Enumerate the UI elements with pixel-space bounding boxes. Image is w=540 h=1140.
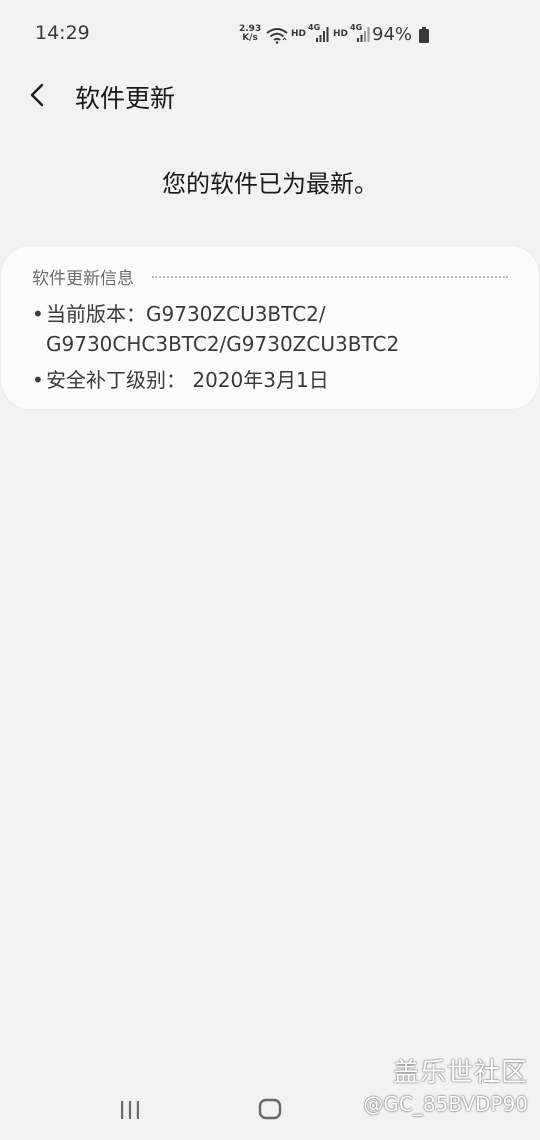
current-version-value: G9730ZCU3BTC2/ <box>146 302 326 326</box>
security-patch-value: 2020年3月1日 <box>192 368 329 392</box>
back-button[interactable] <box>20 78 54 112</box>
wifi-icon <box>266 28 288 44</box>
battery-percent: 94% <box>372 24 413 45</box>
hd-badge-2: HD <box>333 29 349 39</box>
software-update-info-card: 软件更新信息 • 当前版本：G9730ZCU3BTC2/ G9730CHC3BTC… <box>0 245 540 410</box>
hd-badge: HD <box>291 29 307 39</box>
current-version-row: • 当前版本：G9730ZCU3BTC2/ <box>32 298 326 327</box>
bullet: • <box>32 368 44 392</box>
signal-icon-2 <box>357 27 370 42</box>
update-status-message: 您的软件已为最新。 <box>162 170 378 198</box>
network-speed-unit: K/s <box>242 33 258 43</box>
security-patch-label: 安全补丁级别： <box>46 368 186 392</box>
card-title: 软件更新信息 <box>32 268 134 289</box>
status-bar: 14:29 2.93 K/s HD 4G HD 4G 94% <box>0 0 540 70</box>
security-patch-row: • 安全补丁级别： 2020年3月1日 <box>32 364 329 393</box>
screen: 14:29 2.93 K/s HD 4G HD 4G 94% 软件更新 您的软件… <box>0 0 540 1140</box>
status-icons: 2.93 K/s HD 4G HD 4G 94% <box>235 20 540 50</box>
signal-icon <box>316 27 329 42</box>
page-title: 软件更新 <box>75 84 176 113</box>
watermark-user: @GC_85BVDP90 <box>363 1092 528 1116</box>
dotted-divider <box>152 276 508 278</box>
current-version-continuation: G9730CHC3BTC2/G9730ZCU3BTC2 <box>46 332 400 356</box>
app-header: 软件更新 <box>0 70 540 120</box>
network-speed: 2.93 K/s <box>239 25 261 43</box>
watermark-title: 盖乐世社区 <box>392 1058 528 1088</box>
card-header: 软件更新信息 <box>32 265 508 289</box>
chevron-left-icon <box>30 83 44 107</box>
bullet: • <box>32 302 44 326</box>
home-icon[interactable] <box>257 1096 283 1122</box>
current-version-label: 当前版本： <box>46 302 146 326</box>
status-time: 14:29 <box>35 22 90 44</box>
recent-apps-icon[interactable] <box>118 1098 142 1122</box>
battery-icon <box>419 27 429 43</box>
